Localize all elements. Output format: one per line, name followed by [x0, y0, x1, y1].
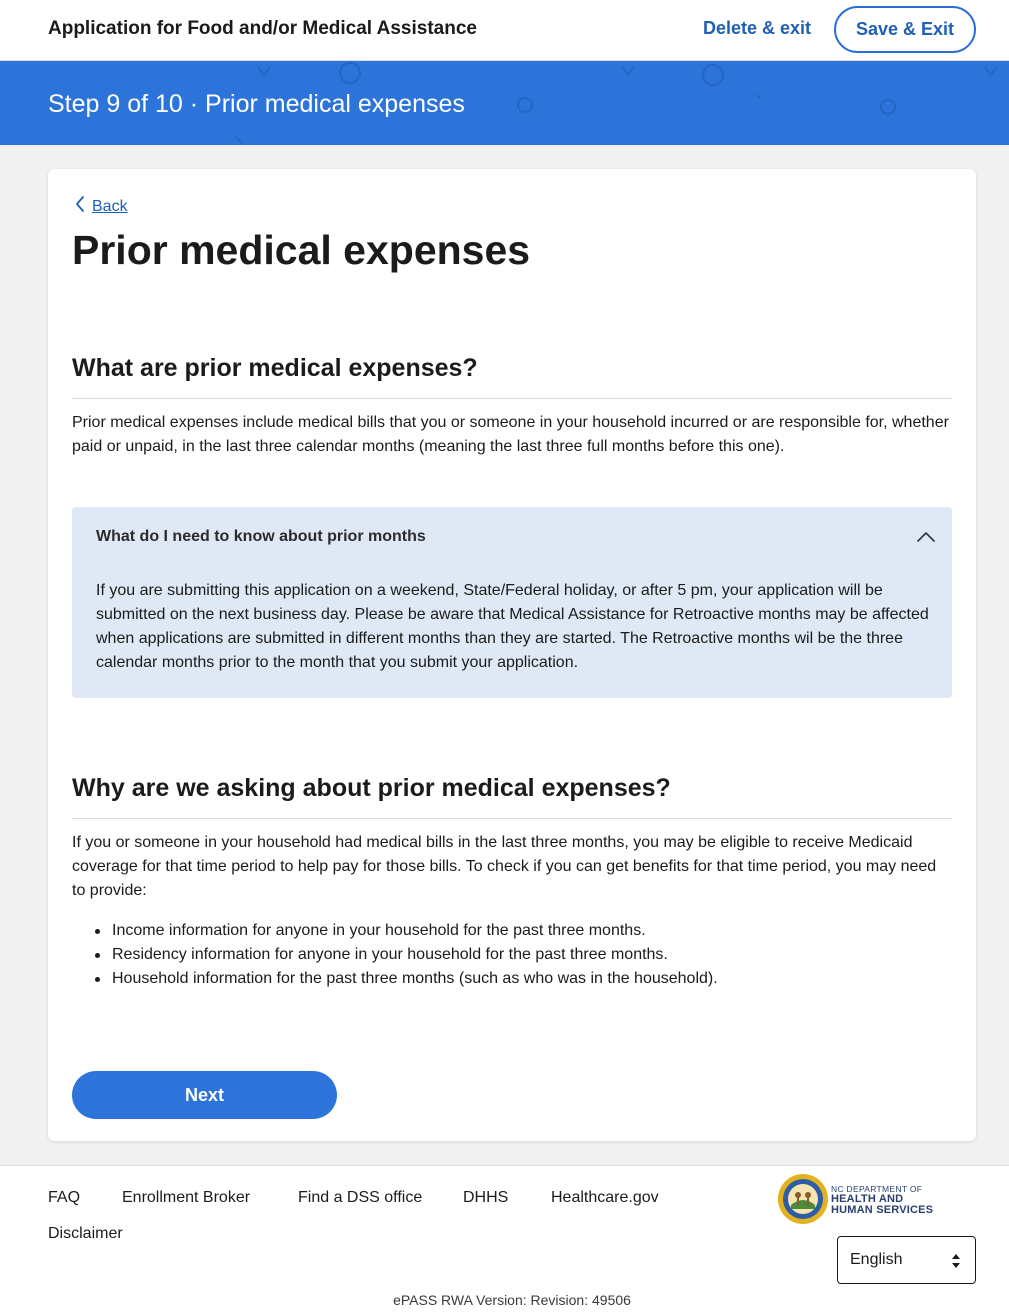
prior-months-accordion: What do I need to know about prior month… — [72, 507, 952, 698]
chevron-left-icon — [74, 195, 86, 218]
accordion-title[interactable]: What do I need to know about prior month… — [96, 528, 426, 546]
step-indicator: Step 9 of 10 · Prior medical expenses — [48, 90, 465, 118]
app-title: Application for Food and/or Medical Assi… — [48, 18, 477, 39]
content-card: Back Prior medical expenses What are pri… — [48, 169, 976, 1141]
list-item: Household information for the past three… — [88, 967, 948, 991]
list-item: Residency information for anyone in your… — [88, 943, 948, 967]
save-exit-button[interactable]: Save & Exit — [834, 6, 976, 53]
back-link[interactable]: Back — [74, 195, 128, 218]
list-item: Income information for anyone in your ho… — [88, 919, 948, 943]
logo-text: NC DEPARTMENT OF HEALTH AND HUMAN SERVIC… — [831, 1184, 941, 1216]
accordion-body: If you are submitting this application o… — [96, 582, 929, 671]
section-heading-what: What are prior medical expenses? — [72, 354, 478, 382]
section-divider — [72, 818, 952, 819]
nc-seal-icon — [778, 1174, 828, 1224]
top-header: Application for Food and/or Medical Assi… — [0, 0, 1009, 61]
footer-link-faq[interactable]: FAQ — [48, 1189, 80, 1207]
footer-link-dhhs[interactable]: DHHS — [463, 1189, 508, 1207]
version-text: ePASS RWA Version: Revision: 49506 — [393, 1292, 631, 1308]
chevron-up-icon[interactable] — [916, 527, 936, 547]
step-banner: Step 9 of 10 · Prior medical expenses — [0, 61, 1009, 145]
footer-link-healthcare-gov[interactable]: Healthcare.gov — [551, 1189, 659, 1207]
section-body-why: If you or someone in your household had … — [72, 834, 937, 899]
requirements-list: Income information for anyone in your ho… — [88, 919, 948, 991]
language-select[interactable]: English — [837, 1236, 976, 1284]
logo-line-3: HUMAN SERVICES — [831, 1204, 934, 1216]
nc-dhhs-logo[interactable]: NC DEPARTMENT OF HEALTH AND HUMAN SERVIC… — [777, 1172, 937, 1226]
next-button[interactable]: Next — [72, 1071, 337, 1119]
page-title: Prior medical expenses — [72, 227, 531, 273]
sort-arrows-icon — [951, 1253, 961, 1274]
section-body-what: Prior medical expenses include medical b… — [72, 414, 949, 455]
footer-link-find-dss-office[interactable]: Find a DSS office — [298, 1189, 422, 1207]
footer-link-enrollment-broker[interactable]: Enrollment Broker — [122, 1189, 250, 1207]
back-link-label: Back — [92, 197, 128, 215]
footer: FAQ Enrollment Broker Find a DSS office … — [0, 1165, 1009, 1313]
language-select-value: English — [850, 1251, 903, 1268]
delete-exit-button[interactable]: Delete & exit — [703, 18, 811, 39]
section-divider — [72, 398, 952, 399]
footer-link-disclaimer[interactable]: Disclaimer — [48, 1225, 123, 1243]
section-heading-why: Why are we asking about prior medical ex… — [72, 774, 671, 802]
